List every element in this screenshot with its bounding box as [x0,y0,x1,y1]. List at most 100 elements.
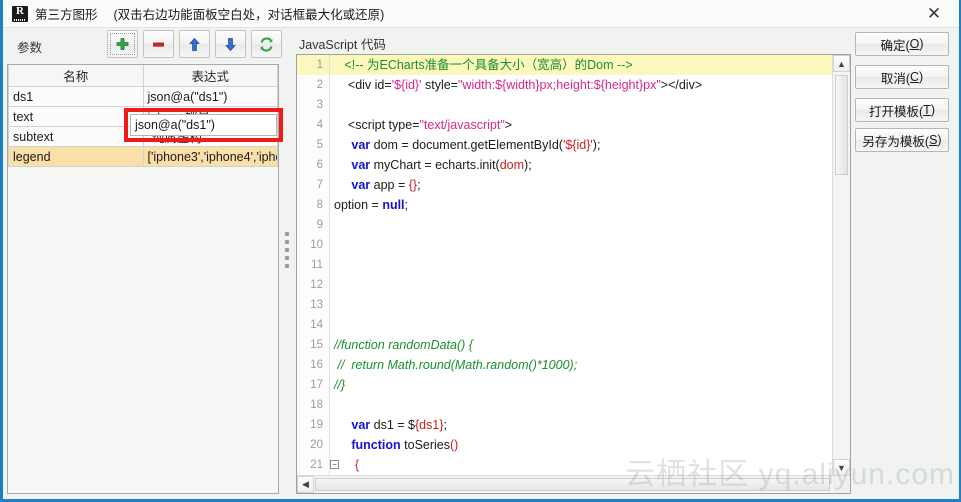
open-template-button[interactable]: 打开模板(T) [855,98,949,122]
code-token [334,158,351,172]
cell-param-expression[interactable]: ['iphone3','iphone4','ipho... [143,147,278,167]
code-token: var [351,418,370,432]
close-icon[interactable]: ✕ [923,3,945,25]
code-line[interactable]: <script type="text/javascript"> [330,115,833,135]
move-up-button[interactable] [179,30,210,58]
line-number: 10 [297,235,329,255]
code-token: <!-- 为ECharts准备一个具备大小（宽高）的Dom --> [344,58,632,72]
ok-button-tail: ) [919,37,923,51]
line-number-gutter: 123456789101112131415161718192021− [297,55,330,476]
arrow-up-icon [187,37,202,52]
line-number: 1 [297,55,329,75]
cell-param-expression[interactable]: json@a("ds1") [143,87,278,107]
open-template-label: 打开模板( [869,101,923,120]
horizontal-scrollbar[interactable]: ◀ [297,475,833,493]
ok-button[interactable]: 确定(O) [855,32,949,56]
code-line[interactable] [330,275,833,295]
code-token: dom = document.getElementById( [370,138,563,152]
scroll-left-button[interactable]: ◀ [297,476,314,493]
code-token: option = [334,198,382,212]
line-number: 5 [297,135,329,155]
code-token: "text/javascript" [419,118,504,132]
table-row[interactable]: ds1 json@a("ds1") [9,87,278,107]
scroll-down-button[interactable]: ▼ [833,459,850,476]
code-token [334,438,351,452]
splitter-dot [285,248,289,252]
window-title-hint: (双击右边功能面板空白处，对话框最大化或还原) [114,4,385,23]
line-number: 13 [297,295,329,315]
cell-param-name[interactable]: text [9,107,144,127]
cell-param-name[interactable]: subtext [9,127,144,147]
ok-button-label: 确定( [880,35,909,54]
code-line[interactable]: <!-- 为ECharts准备一个具备大小（宽高）的Dom --> [330,55,833,75]
code-line[interactable] [330,395,833,415]
code-token: function [351,438,400,452]
code-line[interactable]: function toSeries() [330,435,833,455]
code-token: app = [370,178,409,192]
code-line[interactable] [330,255,833,275]
column-header-name[interactable]: 名称 [9,65,144,87]
code-line[interactable]: var myChart = echarts.init(dom); [330,155,833,175]
cancel-button-tail: ) [919,70,923,84]
code-token: > [505,118,512,132]
line-number: 6 [297,155,329,175]
cell-param-name[interactable]: ds1 [9,87,144,107]
code-line[interactable]: // return Math.round(Math.random()*1000)… [330,355,833,375]
code-line[interactable] [330,95,833,115]
table-row[interactable]: legend ['iphone3','iphone4','ipho... [9,147,278,167]
line-number: 8 [297,195,329,215]
line-number: 7 [297,175,329,195]
code-line[interactable]: var dom = document.getElementById('${id}… [330,135,833,155]
code-token: null [382,198,404,212]
code-token [334,138,351,152]
code-line[interactable] [330,315,833,335]
code-text-area[interactable]: <!-- 为ECharts准备一个具备大小（宽高）的Dom --> <div i… [330,55,833,476]
code-token [334,458,355,472]
code-token: <div id= [334,78,392,92]
code-token: {ds1} [415,418,444,432]
scroll-up-button[interactable]: ▲ [833,55,850,72]
vertical-scrollbar[interactable]: ▲ ▼ [832,55,850,476]
code-line[interactable]: { [330,455,833,475]
add-param-button[interactable] [107,30,138,58]
code-token [334,58,344,72]
code-line[interactable]: var ds1 = ${ds1}; [330,415,833,435]
parameters-panel: 参数 [7,28,279,494]
code-token: toSeries [401,438,450,452]
line-number: 3 [297,95,329,115]
line-number: 4 [297,115,329,135]
dialog-buttons-panel: 确定(O) 取消(C) 打开模板(T) 另存为模板(S) [855,28,953,494]
line-number: 15 [297,335,329,355]
refresh-button[interactable] [251,30,282,58]
vertical-scroll-thumb[interactable] [835,75,848,175]
remove-param-button[interactable] [143,30,174,58]
line-number: 17 [297,375,329,395]
code-line[interactable]: var app = {}; [330,175,833,195]
code-line[interactable]: //function randomData() { [330,335,833,355]
line-number: 20 [297,435,329,455]
move-down-button[interactable] [215,30,246,58]
cancel-button[interactable]: 取消(C) [855,65,949,89]
horizontal-scroll-thumb[interactable] [315,478,830,491]
scrollbar-corner [833,476,850,493]
save-as-template-button[interactable]: 另存为模板(S) [855,128,949,152]
expression-cell-input[interactable]: json@a("ds1") [130,114,277,136]
refresh-icon [259,37,274,52]
line-number: 21− [297,455,329,475]
code-token: ; [417,178,420,192]
code-line[interactable] [330,215,833,235]
code-line[interactable]: //} [330,375,833,395]
code-editor-viewport[interactable]: 123456789101112131415161718192021− <!-- … [297,55,833,476]
table-header-row: 名称 表达式 [9,65,278,87]
cell-param-name[interactable]: legend [9,147,144,167]
open-template-accel: T [923,103,931,117]
code-token: ></div> [661,78,702,92]
line-number: 2 [297,75,329,95]
code-token: var [351,138,370,152]
column-header-expression[interactable]: 表达式 [143,65,278,87]
code-line[interactable] [330,235,833,255]
code-line[interactable]: <div id='${id}' style="width:${width}px;… [330,75,833,95]
code-line[interactable]: option = null; [330,195,833,215]
code-token: '${id}' [563,138,593,152]
code-line[interactable] [330,295,833,315]
